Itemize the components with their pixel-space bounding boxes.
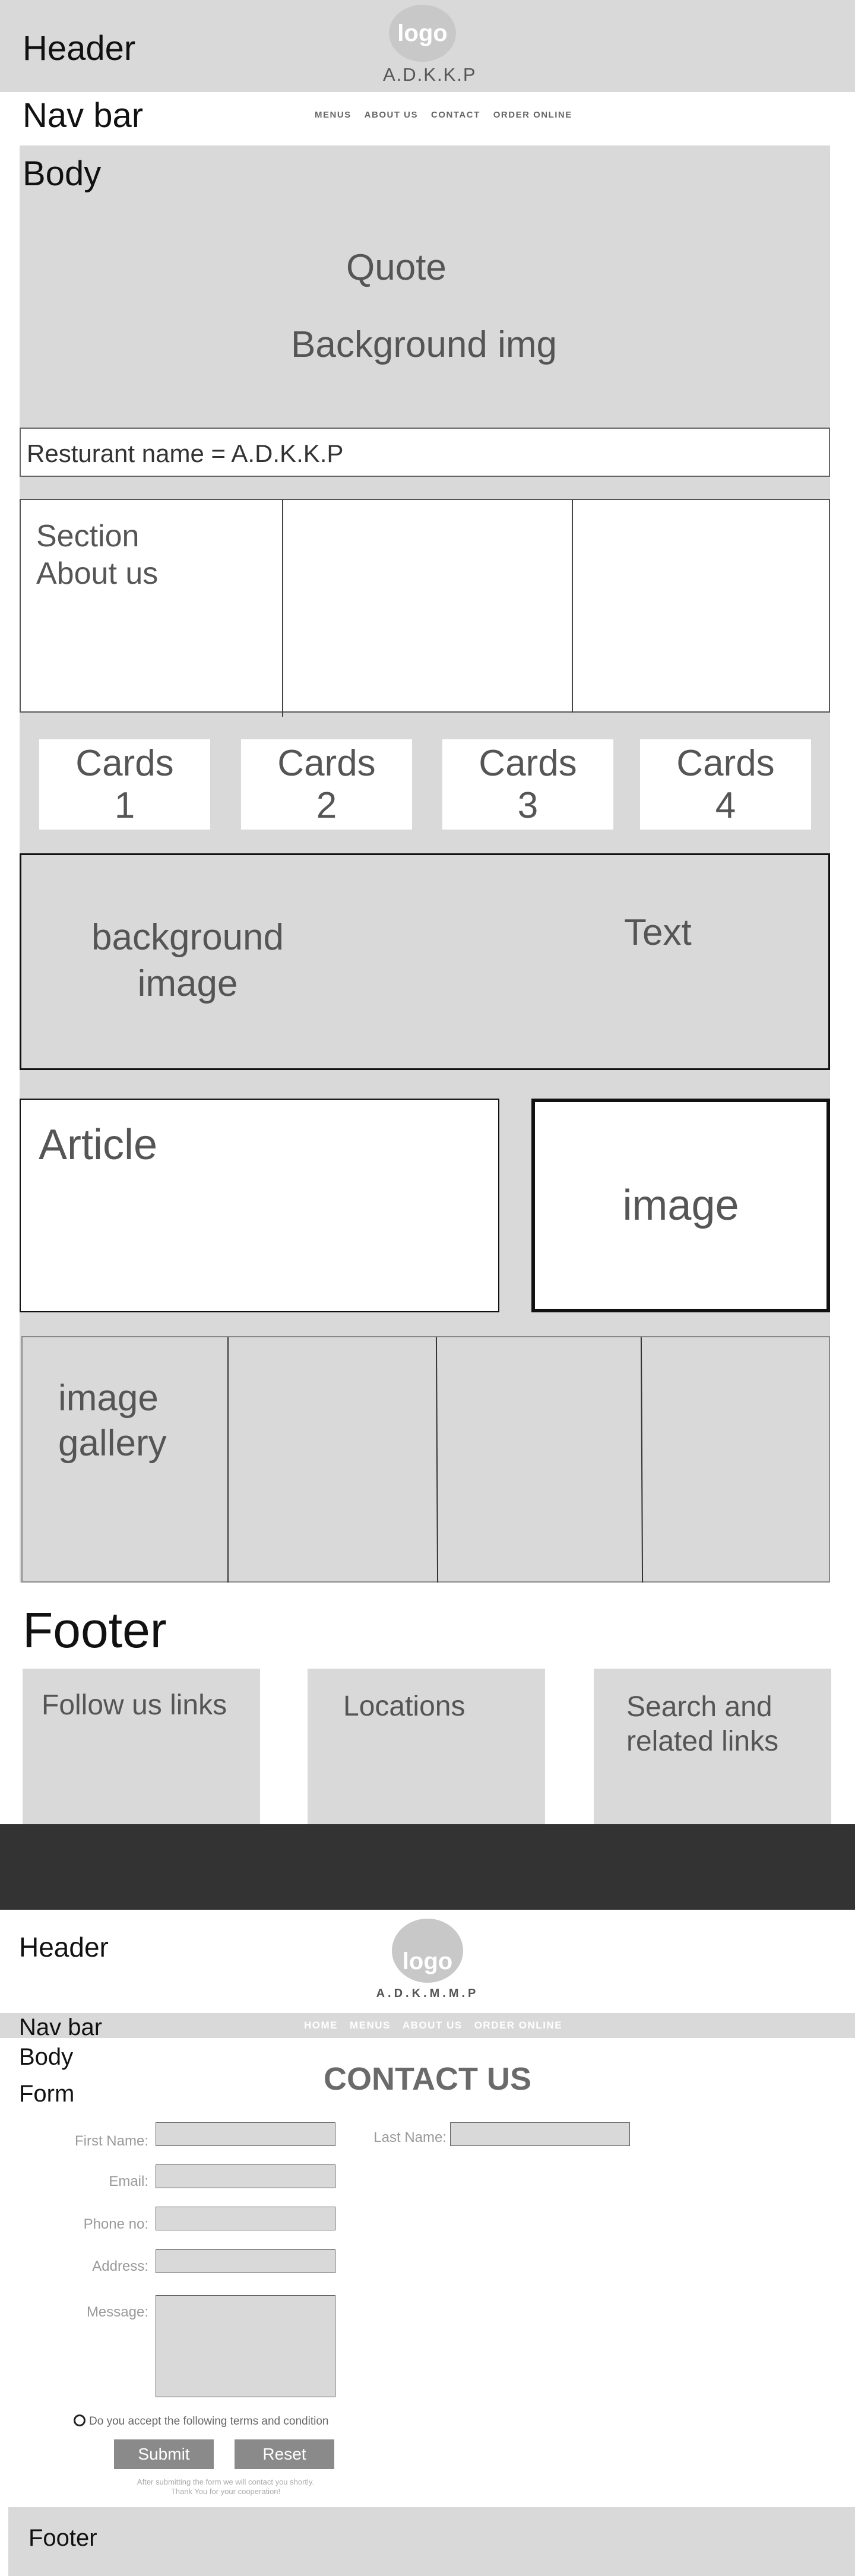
banner-image-label: background image xyxy=(91,917,284,1004)
gallery-divider-2 xyxy=(435,1337,439,1584)
footer-search-label: Search and related links xyxy=(626,1691,779,1757)
card-4[interactable]: Cards 4 xyxy=(640,739,811,830)
page2-logo-text: logo xyxy=(402,1948,453,1974)
form-note-line2: Thank You for your cooperation! xyxy=(170,2487,281,2496)
card-3[interactable]: Cards 3 xyxy=(442,739,613,830)
image-gallery: image gallery xyxy=(21,1336,830,1584)
about-divider-1 xyxy=(282,500,283,717)
email-input[interactable] xyxy=(156,2164,335,2188)
reset-button[interactable]: Reset xyxy=(235,2439,334,2469)
message-textarea[interactable] xyxy=(156,2295,335,2397)
footer-follow-links[interactable]: Follow us links xyxy=(23,1669,260,1825)
nav-about-us[interactable]: ABOUT US xyxy=(403,2020,463,2031)
page2-nav-links: HOME MENUS ABOUT US ORDER ONLINE xyxy=(304,2020,562,2031)
page1-header: Header logo A.D.K.K.P xyxy=(0,0,855,92)
page2-logo[interactable]: logo xyxy=(392,1919,463,1983)
page2-header-label: Header xyxy=(19,1932,109,1963)
contact-title: CONTACT US xyxy=(324,2061,531,2097)
email-label: Email: xyxy=(109,2173,148,2189)
page2-nav-label: Nav bar xyxy=(19,2014,103,2040)
banner-text: Text xyxy=(624,912,692,953)
submit-button[interactable]: Submit xyxy=(114,2439,214,2469)
card-1-label: Cards 1 xyxy=(75,742,174,826)
page1-nav: Nav bar MENUS ABOUT US CONTACT ORDER ONL… xyxy=(0,92,855,145)
restaurant-name: Resturant name = A.D.K.K.P xyxy=(27,439,344,467)
message-label: Message: xyxy=(86,2304,148,2320)
card-2[interactable]: Cards 2 xyxy=(241,739,412,830)
gallery-divider-3 xyxy=(640,1337,644,1584)
gallery-divider-1 xyxy=(227,1337,229,1584)
page2-footer: Footer xyxy=(8,2507,855,2576)
card-1[interactable]: Cards 1 xyxy=(39,739,210,830)
nav-contact[interactable]: CONTACT xyxy=(431,110,480,120)
address-input[interactable] xyxy=(156,2249,335,2273)
last-name-label: Last Name: xyxy=(373,2129,446,2145)
nav-home[interactable]: HOME xyxy=(304,2020,338,2031)
article-image: image xyxy=(531,1099,830,1312)
banner-section: background image Text xyxy=(20,853,830,1070)
footer-locations-label: Locations xyxy=(343,1691,466,1722)
contact-form: First Name: Last Name: Email: Phone no: … xyxy=(0,2114,855,2506)
first-name-input[interactable] xyxy=(156,2122,335,2146)
form-note-line1: After submitting the form we will contac… xyxy=(137,2477,315,2486)
page2-footer-label: Footer xyxy=(28,2525,97,2551)
logo-text: logo xyxy=(397,20,448,46)
nav-order-online[interactable]: ORDER ONLINE xyxy=(474,2020,562,2031)
page2-header: Header logo A.D.K.M.M.P xyxy=(0,1910,855,2013)
address-label: Address: xyxy=(92,2258,148,2274)
hero-background: Background img xyxy=(291,324,558,365)
footer-follow-label: Follow us links xyxy=(42,1689,227,1721)
page2-brand-name: A.D.K.M.M.P xyxy=(376,1987,479,2000)
first-name-label: First Name: xyxy=(74,2133,148,2149)
header-label: Header xyxy=(23,29,136,68)
nav-links: MENUS ABOUT US CONTACT ORDER ONLINE xyxy=(315,110,572,120)
nav-about-us[interactable]: ABOUT US xyxy=(365,110,418,120)
phone-label: Phone no: xyxy=(83,2216,148,2232)
last-name-input[interactable] xyxy=(450,2122,630,2146)
about-divider-2 xyxy=(572,500,573,713)
page1-body: Body Quote Background img Resturant name… xyxy=(20,145,830,1825)
nav-menus[interactable]: MENUS xyxy=(350,2020,391,2031)
page2-nav: Nav bar HOME MENUS ABOUT US ORDER ONLINE xyxy=(0,2013,855,2040)
terms-label: Do you accept the following terms and co… xyxy=(89,2415,329,2428)
nav-order-online[interactable]: ORDER ONLINE xyxy=(493,110,572,120)
footer-locations[interactable]: Locations xyxy=(308,1669,545,1825)
page-separator xyxy=(0,1824,855,1910)
about-section: Section About us xyxy=(20,499,830,717)
phone-input[interactable] xyxy=(156,2207,335,2230)
article-image-label: image xyxy=(622,1182,739,1229)
hero-quote: Quote xyxy=(346,247,446,288)
card-4-label: Cards 4 xyxy=(676,742,775,826)
card-2-label: Cards 2 xyxy=(277,742,376,826)
body-label: Body xyxy=(23,154,102,193)
brand-name: A.D.K.K.P xyxy=(383,64,477,85)
card-3-label: Cards 3 xyxy=(479,742,577,826)
about-title: Section About us xyxy=(36,519,159,591)
article-box: Article xyxy=(20,1099,499,1312)
nav-menus[interactable]: MENUS xyxy=(315,110,352,120)
nav-label: Nav bar xyxy=(23,96,144,135)
restaurant-name-bar: Resturant name = A.D.K.K.P xyxy=(20,428,830,477)
gallery-title: image gallery xyxy=(58,1378,167,1464)
article-title: Article xyxy=(39,1121,158,1169)
footer-search-links[interactable]: Search and related links xyxy=(594,1669,831,1825)
page1-footer: Footer Follow us links Locations Search … xyxy=(0,1583,855,1825)
footer-label: Footer xyxy=(23,1602,167,1658)
logo[interactable]: logo xyxy=(389,5,456,62)
terms-radio[interactable] xyxy=(74,2414,86,2426)
